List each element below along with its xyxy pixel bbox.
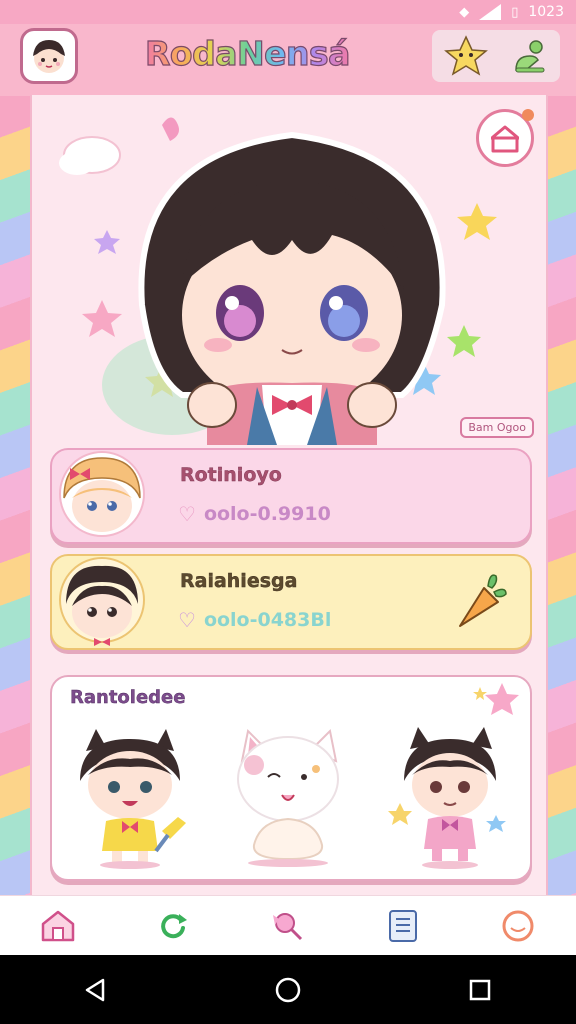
tab-candy[interactable] — [263, 901, 313, 951]
status-time: 1023 — [528, 4, 564, 20]
header-actions — [432, 30, 560, 82]
status-bar: ◆ ▯ 1023 — [0, 0, 576, 24]
bottom-tab-bar — [0, 895, 576, 955]
smile-icon — [502, 910, 534, 941]
app-header: RodaNensá — [0, 24, 576, 96]
friend-card-2[interactable]: Raiahiesga ♡ oolo-0483Bl — [50, 554, 532, 650]
friend-stat: ♡ oolo-0483Bl — [178, 608, 331, 632]
cellular-icon — [479, 4, 502, 20]
profile-avatar-button[interactable] — [20, 28, 78, 84]
recents-icon — [469, 979, 491, 1000]
house-icon — [41, 910, 74, 941]
signal-icon: ◆ — [459, 4, 470, 20]
hero-character-illustration — [59, 117, 497, 445]
hero-tag: Bam Ogoo — [460, 417, 534, 438]
home-shortcut-button[interactable] — [476, 109, 534, 167]
star-decoration-icon — [473, 683, 519, 715]
cat-girl-character[interactable] — [66, 721, 196, 871]
tab-home[interactable] — [33, 901, 83, 951]
battery-icon: ▯ — [511, 4, 519, 20]
friend-name: Rotinioyo — [180, 464, 282, 486]
profile-edit-icon[interactable] — [510, 36, 550, 76]
home-circle-icon — [275, 977, 301, 1002]
pink-outfit-illustration — [388, 727, 506, 869]
house-outline-icon — [491, 125, 519, 153]
star-mascot-icon[interactable] — [443, 33, 489, 79]
friend-name: Raiahiesga — [180, 570, 298, 592]
home-button[interactable] — [258, 960, 318, 1020]
avatar-icon — [33, 40, 65, 73]
right-rainbow-stripe — [546, 95, 576, 895]
tab-refresh[interactable] — [148, 901, 198, 951]
white-cat-character[interactable] — [224, 721, 354, 871]
list-icon — [389, 909, 418, 942]
dark-hair-boy-avatar — [59, 557, 145, 646]
white-cat-illustration — [237, 728, 339, 867]
friend-stat-value: oolo-0.9910 — [203, 503, 331, 525]
hero-banner: Bam Ogoo — [32, 95, 550, 445]
companions-gallery: Rantoledee — [50, 675, 532, 881]
back-button[interactable] — [66, 960, 126, 1020]
carrot-icon[interactable] — [448, 568, 512, 632]
refresh-icon — [161, 913, 187, 938]
friend-card-1[interactable]: Rotinioyo ♡ oolo-0.9910 — [50, 448, 532, 544]
friend-stat-value: oolo-0483Bl — [203, 609, 332, 631]
gallery-title: Rantoledee — [70, 687, 186, 708]
candy-icon — [272, 912, 303, 940]
friend-stat: ♡ oolo-0.9910 — [178, 502, 331, 526]
cat-girl-illustration — [80, 729, 186, 869]
recents-button[interactable] — [450, 960, 510, 1020]
heart-icon: ♡ — [178, 608, 196, 632]
main-content: Bam Ogoo Rotinioyo ♡ oolo-0.9910 Raiahie… — [30, 95, 548, 895]
app-title: RodaNensá — [144, 33, 351, 73]
back-icon — [85, 978, 105, 1001]
blonde-girl-avatar — [59, 451, 145, 537]
notification-dot — [522, 109, 534, 121]
tab-profile[interactable] — [493, 901, 543, 951]
tab-list[interactable] — [378, 901, 428, 951]
pink-outfit-character[interactable] — [386, 721, 516, 871]
system-nav-bar — [0, 955, 576, 1024]
heart-icon: ♡ — [178, 502, 196, 526]
left-rainbow-stripe — [0, 95, 30, 895]
